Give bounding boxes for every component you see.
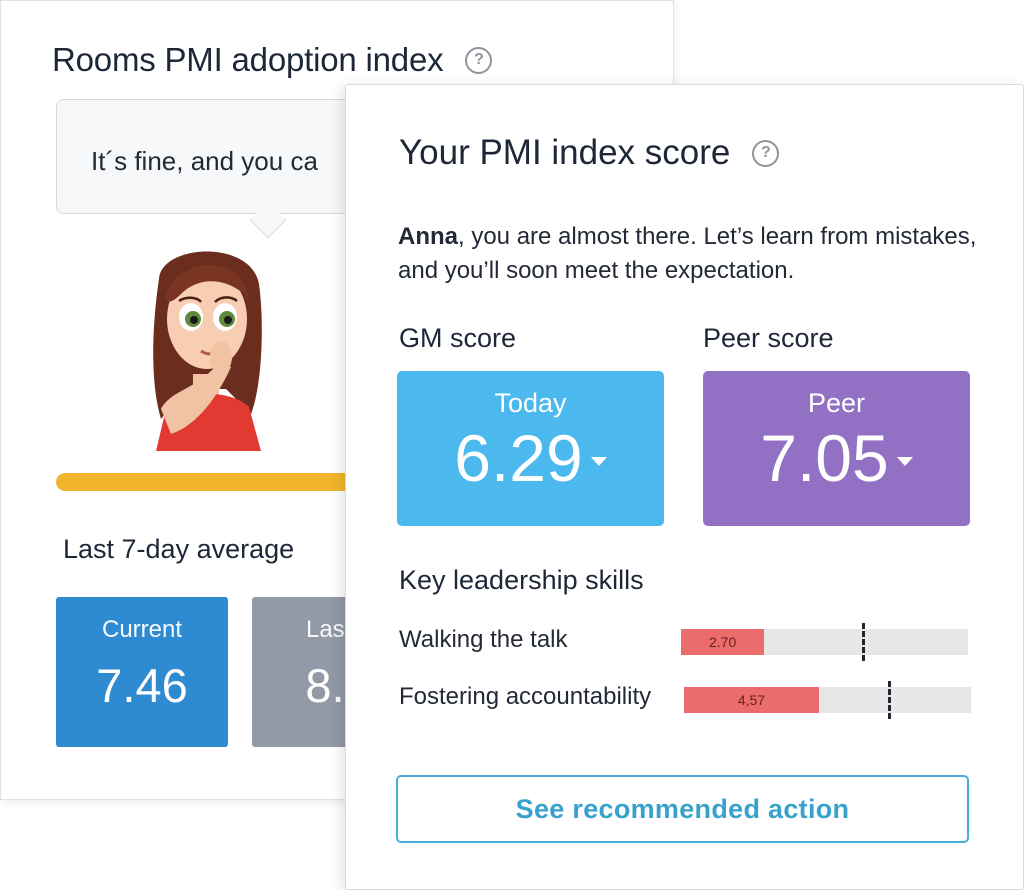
adoption-index-header: Rooms PMI adoption index ?	[52, 41, 493, 79]
user-name: Anna	[398, 223, 458, 250]
current-score-tile[interactable]: Current 7.46	[56, 597, 228, 747]
skill-name-walking-the-talk: Walking the talk	[399, 626, 568, 653]
caret-down-icon[interactable]	[590, 456, 607, 466]
question-mark-circle-icon[interactable]: ?	[752, 139, 780, 167]
skill-fill-walking-the-talk: 2.70	[681, 629, 765, 655]
caret-down-icon[interactable]	[896, 456, 913, 466]
peer-score-value: 7.05	[760, 421, 889, 495]
gm-score-period: Today	[494, 388, 567, 418]
adoption-index-title: Rooms PMI adoption index	[52, 41, 444, 78]
pmi-index-score-card: Your PMI index score ? Anna, you are alm…	[345, 84, 1024, 890]
skill-bar-walking-the-talk: 2.70	[681, 623, 968, 661]
cartoon-woman-thinking-avatar	[153, 251, 262, 451]
current-score-value: 7.46	[96, 659, 188, 712]
skill-bar-fostering-accountability: 4,57	[684, 681, 971, 719]
question-mark-circle-icon[interactable]: ?	[465, 46, 493, 74]
see-recommended-action-button[interactable]: See recommended action	[396, 775, 969, 843]
peer-score-label: Peer score	[703, 323, 834, 353]
gm-score-label: GM score	[399, 323, 517, 353]
gm-score-value: 6.29	[454, 421, 583, 495]
gm-score-value-row: 6.29	[397, 421, 664, 495]
intro-message: Anna, you are almost there. Let’s learn …	[398, 220, 998, 288]
peer-score-box[interactable]: Peer 7.05	[703, 371, 970, 526]
gm-score-box[interactable]: Today 6.29	[397, 371, 664, 526]
speech-bubble-text: It´s fine, and you ca	[91, 146, 318, 176]
skill-fill-fostering-accountability: 4,57	[684, 687, 819, 713]
pmi-score-header: Your PMI index score ?	[399, 133, 780, 173]
current-score-label: Current	[101, 616, 183, 643]
intro-text: , you are almost there. Let’s learn from…	[398, 223, 977, 284]
seven-day-average-label: Last 7-day average	[63, 534, 295, 564]
key-leadership-skills-title: Key leadership skills	[399, 565, 644, 595]
pmi-score-title: Your PMI index score	[399, 133, 731, 172]
skill-target-marker	[861, 623, 865, 661]
skill-target-marker	[887, 681, 891, 719]
peer-score-value-row: 7.05	[703, 421, 970, 495]
peer-score-period: Peer	[807, 388, 866, 418]
skill-name-fostering-accountability: Fostering accountability	[399, 683, 652, 710]
screen: Rooms PMI adoption index ? It´s fine, an…	[0, 0, 1024, 890]
